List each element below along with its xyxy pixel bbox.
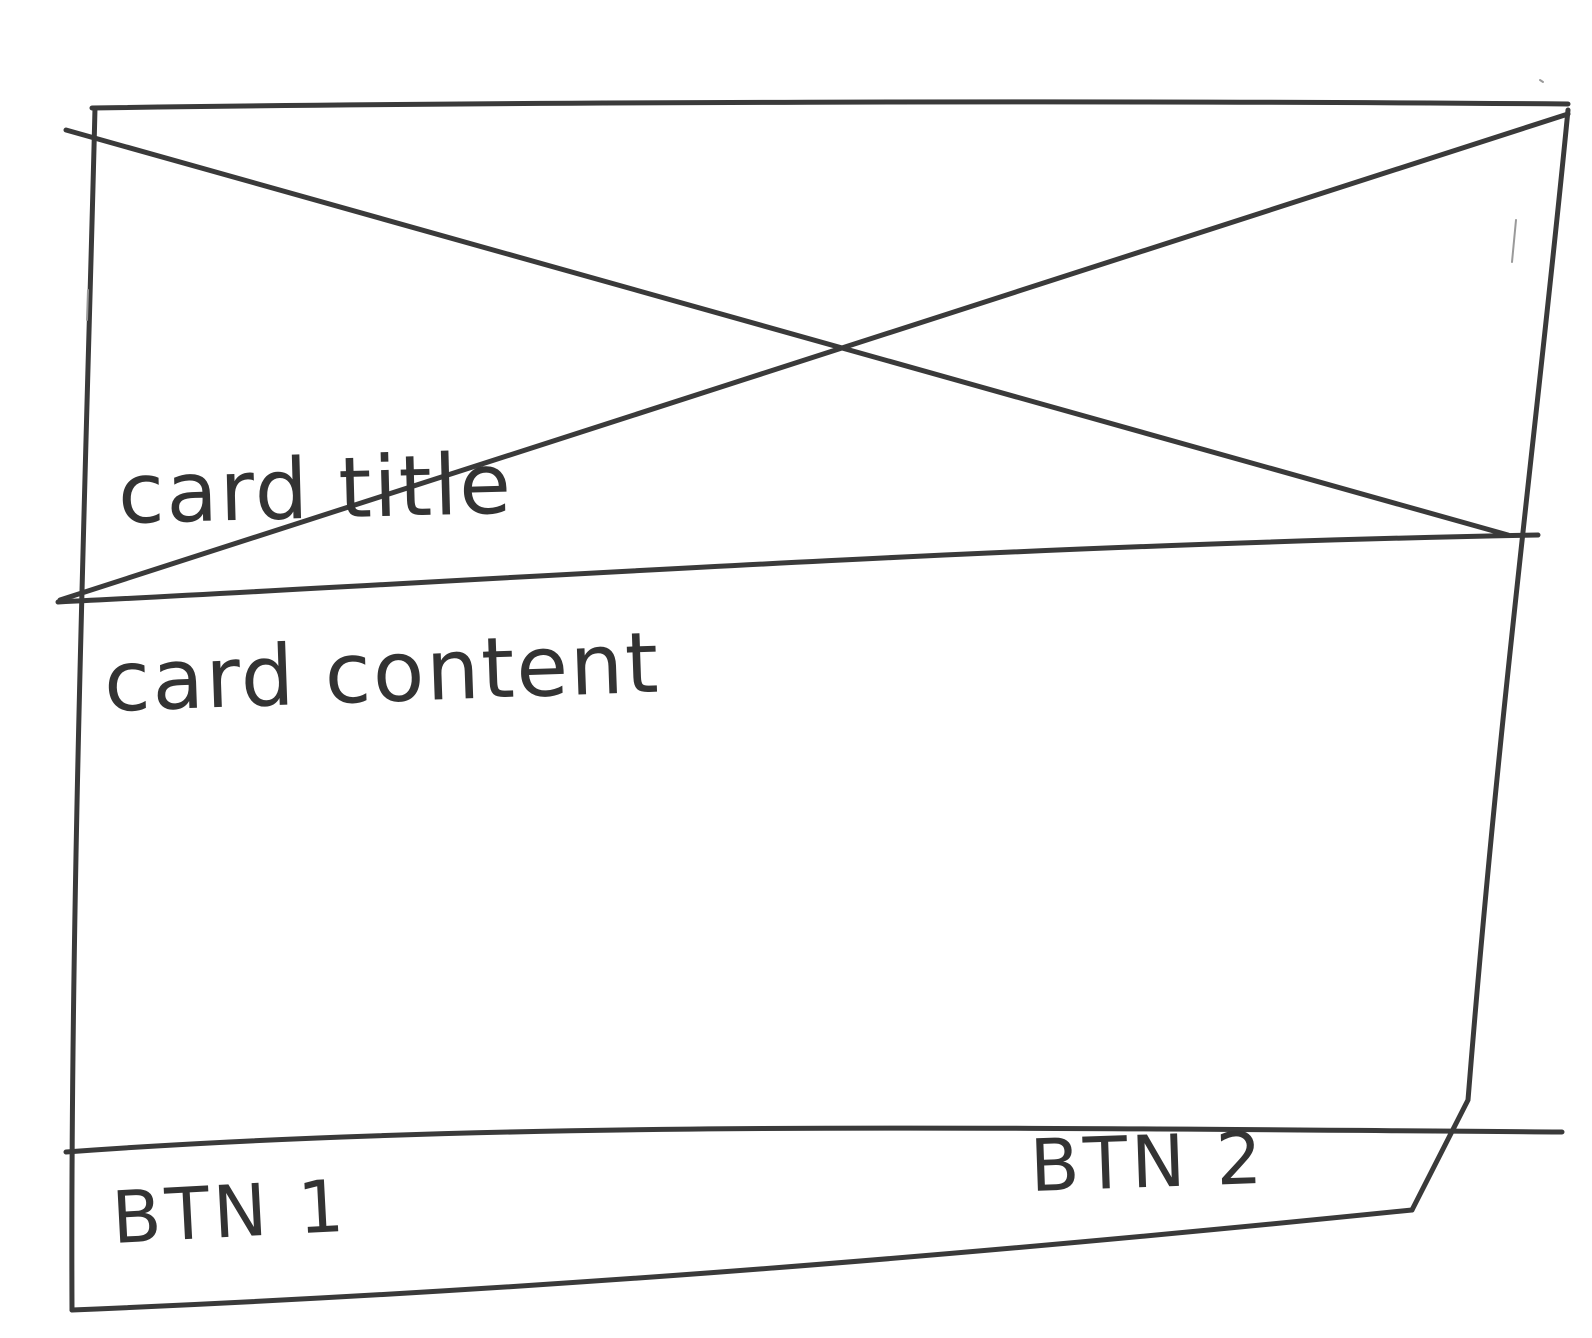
card-title: card title <box>116 434 515 543</box>
card-left-edge <box>69 105 98 1313</box>
image-placeholder-bottom-edge <box>55 532 1541 605</box>
paper-mark <box>86 289 89 321</box>
btn-1-button[interactable]: BTN 1 <box>110 1164 350 1260</box>
card-right-edge <box>1409 107 1571 1213</box>
paper-mark <box>1539 79 1544 83</box>
btn-2-button[interactable]: BTN 2 <box>1029 1116 1268 1208</box>
actions-divider <box>63 1125 1565 1155</box>
card-top-edge <box>89 99 1571 111</box>
paper-mark <box>1511 219 1517 263</box>
card-content: card content <box>102 613 662 731</box>
